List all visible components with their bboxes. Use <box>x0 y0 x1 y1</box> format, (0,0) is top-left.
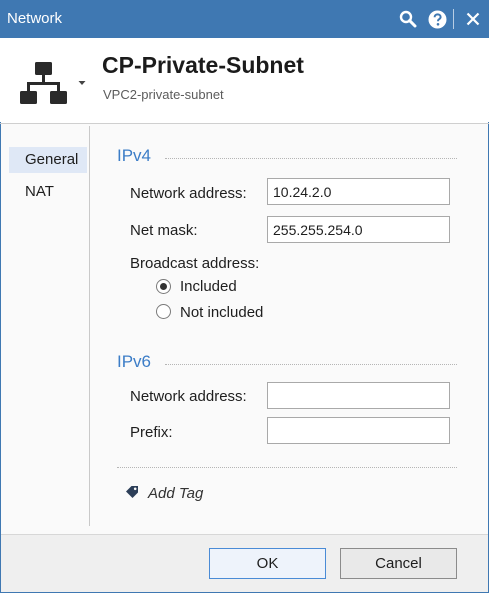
object-name[interactable]: CP-Private-Subnet <box>102 52 304 79</box>
add-tag-button[interactable]: Add Tag <box>125 483 203 503</box>
add-tag-label: Add Tag <box>148 484 204 502</box>
nav-item-label: NAT <box>25 183 54 200</box>
close-icon[interactable] <box>461 7 485 31</box>
cancel-button[interactable]: Cancel <box>340 548 457 579</box>
object-comment[interactable]: VPC2-private-subnet <box>103 87 224 102</box>
section-divider <box>165 364 457 365</box>
ipv6-prefix-label: Prefix: <box>130 424 173 441</box>
chevron-down-icon[interactable] <box>78 74 86 85</box>
section-divider <box>165 158 457 159</box>
broadcast-included-radio[interactable] <box>156 279 171 294</box>
help-icon[interactable] <box>425 7 449 31</box>
broadcast-not-included-label[interactable]: Not included <box>180 304 263 321</box>
object-header: CP-Private-Subnet VPC2-private-subnet <box>0 38 489 122</box>
ipv6-prefix-input[interactable] <box>267 417 450 444</box>
ok-button[interactable]: OK <box>209 548 326 579</box>
ipv6-network-address-input[interactable] <box>267 382 450 409</box>
search-icon[interactable] <box>396 7 420 31</box>
network-object-icon[interactable] <box>20 61 68 107</box>
radio-selected-dot <box>160 283 167 290</box>
ipv4-net-mask-input[interactable] <box>267 216 450 243</box>
ipv4-section-title: IPv4 <box>117 146 152 165</box>
nav-item-nat[interactable]: NAT <box>9 179 87 205</box>
broadcast-included-label[interactable]: Included <box>180 278 237 295</box>
titlebar-separator <box>453 9 454 29</box>
ipv6-network-address-label: Network address: <box>130 388 247 405</box>
broadcast-address-label: Broadcast address: <box>130 255 260 272</box>
tags-divider <box>117 467 457 468</box>
nav-divider <box>89 126 90 526</box>
ipv4-network-address-label: Network address: <box>130 185 247 202</box>
ipv4-network-address-input[interactable] <box>267 178 450 205</box>
ipv6-section-title: IPv6 <box>117 352 152 371</box>
nav-item-label: General <box>25 151 79 168</box>
broadcast-not-included-radio[interactable] <box>156 304 171 319</box>
tag-icon <box>125 485 140 502</box>
window-titlebar: Network <box>0 0 489 38</box>
window-title: Network <box>7 10 63 27</box>
ipv4-net-mask-label: Net mask: <box>130 222 198 239</box>
nav-item-general[interactable]: General <box>9 147 87 173</box>
